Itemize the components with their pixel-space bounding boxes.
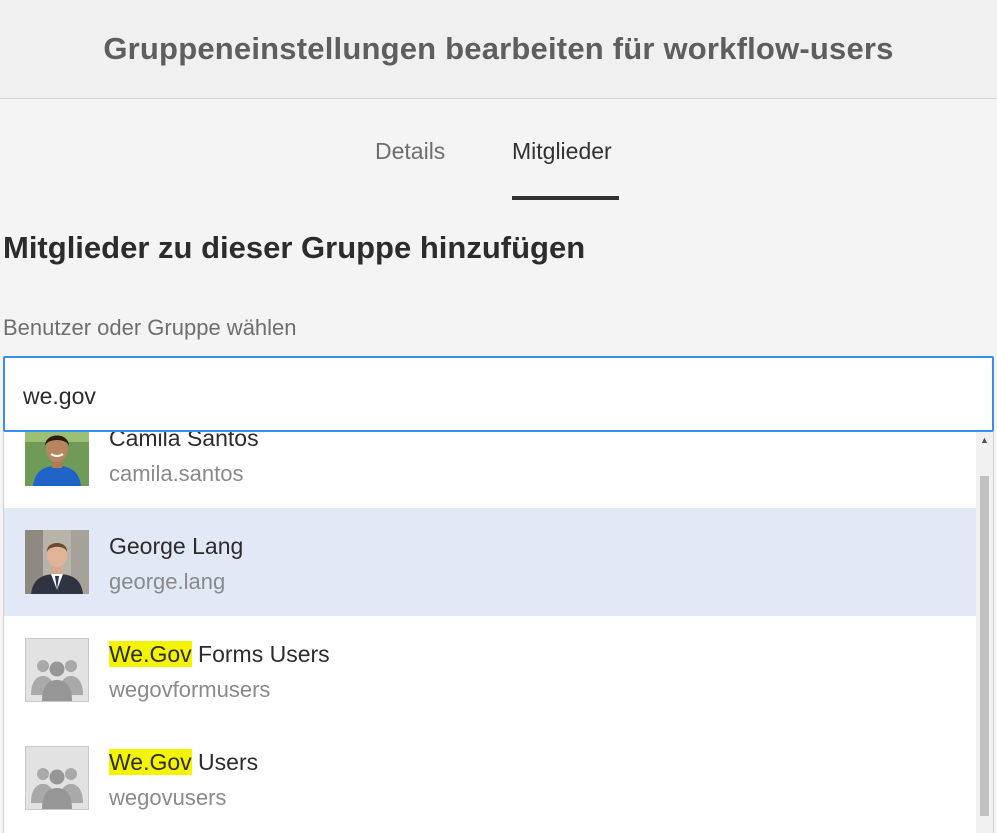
result-id: george.lang — [109, 569, 226, 594]
dialog-title: Gruppeneinstellungen bearbeiten für work… — [103, 31, 894, 66]
scroll-thumb[interactable] — [980, 476, 989, 816]
result-id: camila.santos — [109, 461, 244, 486]
list-item-wegov-forms-users[interactable]: We.Gov Forms Users wegovformusers — [4, 616, 977, 724]
dialog-header: Gruppeneinstellungen bearbeiten für work… — [0, 0, 997, 99]
tab-details[interactable]: Details — [375, 138, 445, 165]
result-name: We.Gov Users — [109, 749, 258, 776]
result-list: Camila Santos camila.santos George Lang — [4, 432, 977, 832]
group-icon — [25, 638, 89, 702]
result-name: We.Gov Forms Users — [109, 641, 330, 668]
search-match-highlight: We.Gov — [109, 641, 192, 667]
result-name: Camila Santos — [109, 432, 259, 451]
autocomplete-dropdown: Camila Santos camila.santos George Lang — [3, 432, 994, 833]
user-avatar-icon — [25, 432, 89, 486]
section-title: Mitglieder zu dieser Gruppe hinzufügen — [3, 230, 586, 265]
tab-bar: Details Mitglieder — [0, 100, 997, 200]
tab-members[interactable]: Mitglieder — [512, 138, 612, 165]
result-name: George Lang — [109, 533, 244, 559]
result-id: wegovformusers — [109, 677, 271, 702]
result-name-rest: Forms Users — [191, 641, 330, 667]
field-label: Benutzer oder Gruppe wählen — [3, 315, 297, 340]
result-id: wegovusers — [109, 785, 227, 810]
list-item-wegov-users[interactable]: We.Gov Users wegovusers — [4, 724, 977, 832]
active-tab-indicator — [512, 196, 619, 200]
group-icon — [25, 746, 89, 810]
list-item-camila-santos[interactable]: Camila Santos camila.santos — [4, 432, 977, 508]
user-avatar-icon — [25, 530, 89, 594]
scroll-up-arrow-icon[interactable]: ▲ — [976, 432, 993, 449]
search-match-highlight: We.Gov — [109, 749, 192, 775]
list-item-george-lang[interactable]: George Lang george.lang — [4, 508, 977, 616]
dropdown-scrollbar[interactable]: ▲ — [976, 432, 993, 833]
search-field[interactable] — [3, 356, 994, 432]
result-name-rest: Users — [191, 749, 259, 775]
search-input[interactable] — [23, 376, 923, 416]
